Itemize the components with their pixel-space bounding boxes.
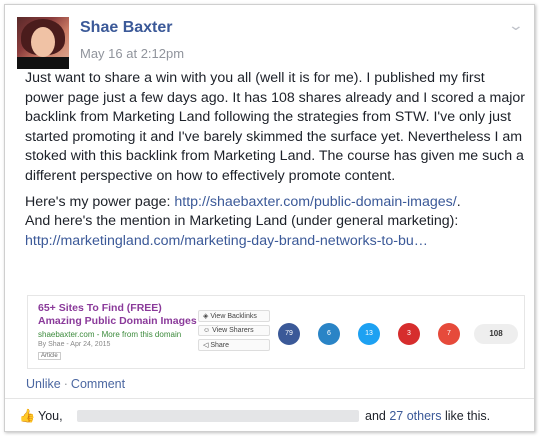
view-sharers-button[interactable]: ☺ View Sharers [198,325,270,336]
post-card: Shae Baxter May 16 at 2:12pm ⌄ Just want… [4,4,535,432]
view-backlinks-button[interactable]: ◈ View Backlinks [198,310,270,322]
likes-you: You, [38,409,63,423]
blurred-names [77,410,359,422]
mention-line: And here's the mention in Marketing Land… [25,213,459,230]
view-sharers-label: View Sharers [212,327,254,334]
preview-meta: By Shae - Apr 24, 2015 [38,341,111,348]
likes-tail: and 27 others like this. [365,409,490,423]
power-page-prefix: Here's my power page: [25,193,175,210]
avatar[interactable] [17,17,69,69]
link-preview-card[interactable]: 65+ Sites To Find (FREE) Amazing Public … [27,295,525,369]
preview-actions: ◈ View Backlinks ☺ View Sharers ◁ Share [198,310,270,354]
mention-link-line: http://marketingland.com/marketing-day-b… [25,232,525,252]
avatar-face [31,27,55,57]
likes-suffix: like this. [441,409,491,423]
share-label: Share [210,342,230,349]
share-button[interactable]: ◁ Share [198,339,270,351]
power-page-suffix: . [456,193,461,210]
avatar-shirt [17,57,69,69]
thumbs-up-icon: 👍 [19,408,36,423]
power-page-line: Here's my power page: http://shaebaxter.… [25,193,525,213]
share-count-twitter: 13 [358,323,380,345]
likes-and: and [365,409,390,423]
share-count-linkedin: 6 [318,323,340,345]
share-count-googleplus: 7 [438,323,460,345]
preview-domain[interactable]: shaebaxter.com - More from this domain [38,330,181,339]
divider [5,398,534,399]
view-backlinks-label: View Backlinks [210,313,257,320]
comment-link[interactable]: Comment [71,377,125,391]
chevron-down-icon[interactable]: ⌄ [508,17,524,34]
preview-tag: Article [38,352,61,360]
preview-title[interactable]: 65+ Sites To Find (FREE) Amazing Public … [38,302,208,328]
power-page-link[interactable]: http://shaebaxter.com/public-domain-imag… [174,194,456,210]
share-count-facebook: 79 [278,323,300,345]
unlike-link[interactable]: Unlike [26,377,61,391]
post-body: Just want to share a win with you all (w… [25,69,525,251]
author-name[interactable]: Shae Baxter [80,19,173,37]
others-link[interactable]: 27 others [389,409,441,423]
marketingland-link[interactable]: http://marketingland.com/marketing-day-b… [25,233,428,249]
share-count-total: 108 [474,324,518,344]
post-actions: Unlike · Comment [26,377,125,391]
post-paragraph: Just want to share a win with you all (w… [25,70,526,184]
share-count-pinterest: 3 [398,323,420,345]
actions-separator: · [63,377,68,391]
post-timestamp[interactable]: May 16 at 2:12pm [80,46,184,61]
